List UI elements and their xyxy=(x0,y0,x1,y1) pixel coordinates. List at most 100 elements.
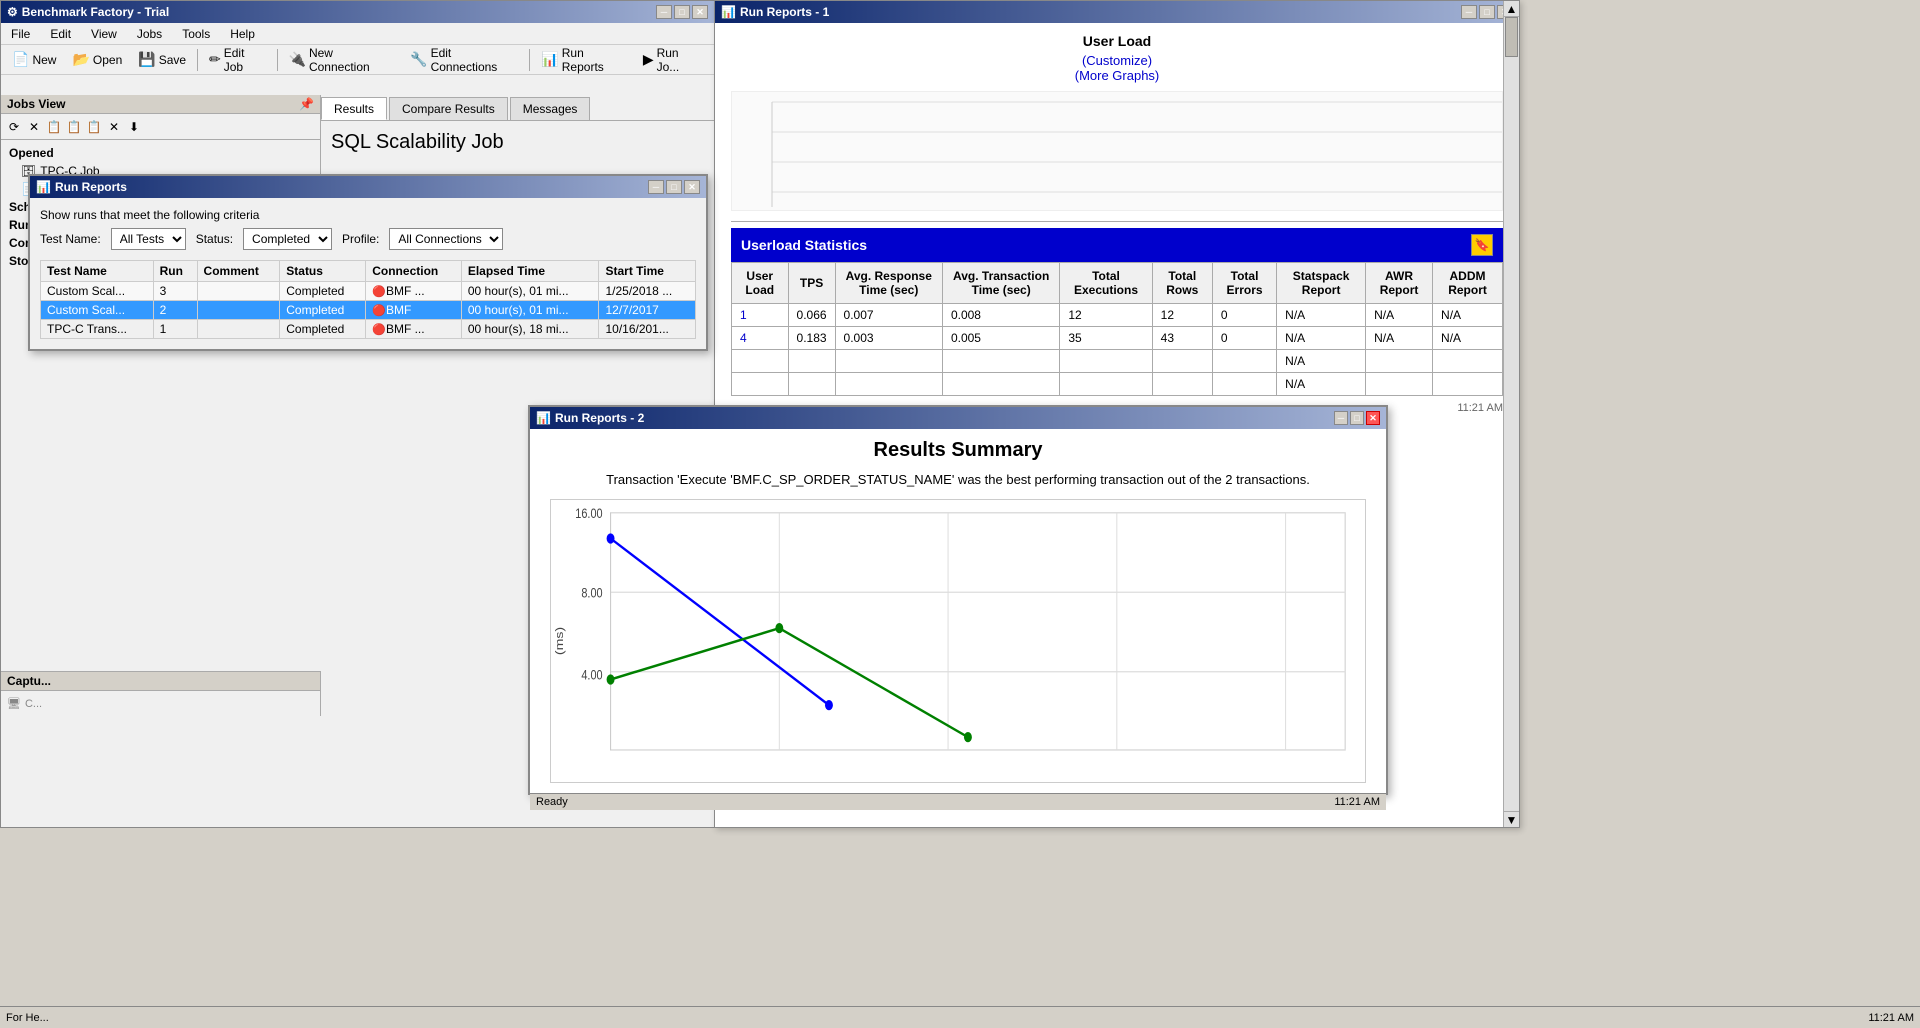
rr2-status-text: Ready xyxy=(536,796,568,808)
jobs-tool-7[interactable]: ⬇ xyxy=(125,118,143,136)
menu-tools[interactable]: Tools xyxy=(176,25,216,43)
close-button[interactable]: ✕ xyxy=(692,5,708,19)
runs-table: Test Name Run Comment Status Connection … xyxy=(40,260,696,339)
customize-link[interactable]: (Customize) xyxy=(731,53,1503,68)
tab-results[interactable]: Results xyxy=(321,97,387,120)
run-job-button[interactable]: ▶ Run Jo... xyxy=(636,48,710,72)
ul-3 xyxy=(732,350,789,373)
rrd-restore[interactable]: □ xyxy=(666,180,682,194)
scroll-down-arrow[interactable]: ▼ xyxy=(1504,811,1519,827)
new-connection-icon: 🔌 xyxy=(289,51,306,68)
jobs-tool-5[interactable]: 📋 xyxy=(85,118,103,136)
scroll-up-arrow[interactable]: ▲ xyxy=(1504,1,1519,17)
menu-jobs[interactable]: Jobs xyxy=(131,25,168,43)
run-num-1: 3 xyxy=(153,282,197,301)
save-icon: 💾 xyxy=(138,51,155,68)
col-elapsed: Elapsed Time xyxy=(461,261,599,282)
jobs-tool-4[interactable]: 📋 xyxy=(65,118,83,136)
capture-label: C... xyxy=(25,698,42,710)
rr1-title-icon: 📊 xyxy=(721,5,736,19)
run-job-icon: ▶ xyxy=(643,51,654,68)
profile-select[interactable]: All Connections xyxy=(389,228,503,250)
col-status: Status xyxy=(280,261,366,282)
col-total-errors: Total Errors xyxy=(1212,263,1276,304)
table-row[interactable]: Custom Scal... 2 Completed 🔴BMF 00 hour(… xyxy=(41,301,696,320)
total-rows-1: 12 xyxy=(1152,304,1212,327)
content-body: SQL Scalability Job xyxy=(321,121,714,174)
rr1-minimize[interactable]: ─ xyxy=(1461,5,1477,19)
test-name-select[interactable]: All Tests xyxy=(111,228,186,250)
run-reports-button[interactable]: 📊 Run Reports xyxy=(534,48,633,72)
rr2-status-bar: Ready 11:21 AM xyxy=(530,793,1386,810)
menu-view[interactable]: View xyxy=(85,25,123,43)
userload-link-4[interactable]: 4 xyxy=(740,331,747,345)
addm-1: N/A xyxy=(1433,304,1503,327)
ul-4 xyxy=(732,373,789,396)
col-comment: Comment xyxy=(197,261,280,282)
run-num-3: 1 xyxy=(153,320,197,339)
jobs-tool-1[interactable]: ⟳ xyxy=(5,118,23,136)
run-num-2: 2 xyxy=(153,301,197,320)
total-exec-4 xyxy=(1060,373,1152,396)
open-icon: 📂 xyxy=(72,51,89,68)
col-statspack: Statspack Report xyxy=(1277,263,1366,304)
menu-edit[interactable]: Edit xyxy=(44,25,77,43)
minimize-button[interactable]: ─ xyxy=(656,5,672,19)
col-start: Start Time xyxy=(599,261,696,282)
userload-link-1[interactable]: 1 xyxy=(740,308,747,322)
edit-connections-button[interactable]: 🔧 Edit Connections xyxy=(403,48,525,72)
col-total-rows: Total Rows xyxy=(1152,263,1212,304)
toolbar-sep-2 xyxy=(277,49,278,71)
jobs-tool-6[interactable]: ✕ xyxy=(105,118,123,136)
jobs-panel-pin[interactable]: 📌 xyxy=(299,97,314,111)
rrd-close[interactable]: ✕ xyxy=(684,180,700,194)
rr2-icon: 📊 xyxy=(536,411,551,425)
rr2-minimize[interactable]: ─ xyxy=(1334,411,1348,425)
run-status-1: Completed xyxy=(280,282,366,301)
svg-text:16.00: 16.00 xyxy=(575,506,602,522)
run-job-label: Run Jo... xyxy=(657,46,703,74)
tab-compare[interactable]: Compare Results xyxy=(389,97,508,120)
menu-help[interactable]: Help xyxy=(224,25,261,43)
rrd-minimize[interactable]: ─ xyxy=(648,180,664,194)
menu-file[interactable]: File xyxy=(5,25,36,43)
run-reports-dialog: 📊 Run Reports ─ □ ✕ Show runs that meet … xyxy=(28,174,708,351)
total-exec-2: 35 xyxy=(1060,327,1152,350)
table-row[interactable]: TPC-C Trans... 1 Completed 🔴BMF ... 00 h… xyxy=(41,320,696,339)
edit-job-icon: ✏ xyxy=(209,51,221,68)
status-bar: For He... 11:21 AM xyxy=(0,1006,1920,1028)
new-button[interactable]: 📄 New xyxy=(5,48,63,72)
awr-2: N/A xyxy=(1366,327,1433,350)
results-summary-title: Results Summary xyxy=(550,439,1366,462)
table-row[interactable]: Custom Scal... 3 Completed 🔴BMF ... 00 h… xyxy=(41,282,696,301)
scroll-thumb[interactable] xyxy=(1505,17,1518,57)
rr1-title-bar: 📊 Run Reports - 1 ─ □ ✕ xyxy=(715,1,1519,23)
restore-button[interactable]: □ xyxy=(674,5,690,19)
userload-stats-title: Userload Statistics xyxy=(741,237,867,253)
statspack-2: N/A xyxy=(1277,327,1366,350)
col-tps: TPS xyxy=(788,263,835,304)
total-errors-4 xyxy=(1212,373,1276,396)
toolbar-sep-3 xyxy=(529,49,530,71)
rr2-close[interactable]: ✕ xyxy=(1366,411,1380,425)
run-test-name-2: Custom Scal... xyxy=(41,301,154,320)
tab-messages[interactable]: Messages xyxy=(510,97,591,120)
jobs-tool-3[interactable]: 📋 xyxy=(45,118,63,136)
col-run: Run xyxy=(153,261,197,282)
stats-row-3: N/A xyxy=(732,350,1503,373)
rr1-scrollbar[interactable]: ▲ ▼ xyxy=(1503,1,1519,827)
jobs-tool-2[interactable]: ✕ xyxy=(25,118,43,136)
new-connection-button[interactable]: 🔌 New Connection xyxy=(282,48,402,72)
status-select[interactable]: Completed xyxy=(243,228,332,250)
open-button[interactable]: 📂 Open xyxy=(65,48,129,72)
total-errors-3 xyxy=(1212,350,1276,373)
menu-bar: File Edit View Jobs Tools Help xyxy=(1,23,714,45)
toolbar: 📄 New 📂 Open 💾 Save ✏ Edit Job 🔌 New Con… xyxy=(1,45,714,75)
userload-stats-table: User Load TPS Avg. Response Time (sec) A… xyxy=(731,262,1503,396)
rr2-restore[interactable]: □ xyxy=(1350,411,1364,425)
save-button[interactable]: 💾 Save xyxy=(131,48,193,72)
criteria-label: Show runs that meet the following criter… xyxy=(40,208,696,222)
more-graphs-link[interactable]: (More Graphs) xyxy=(731,68,1503,83)
rr1-restore[interactable]: □ xyxy=(1479,5,1495,19)
edit-job-button[interactable]: ✏ Edit Job xyxy=(202,48,273,72)
